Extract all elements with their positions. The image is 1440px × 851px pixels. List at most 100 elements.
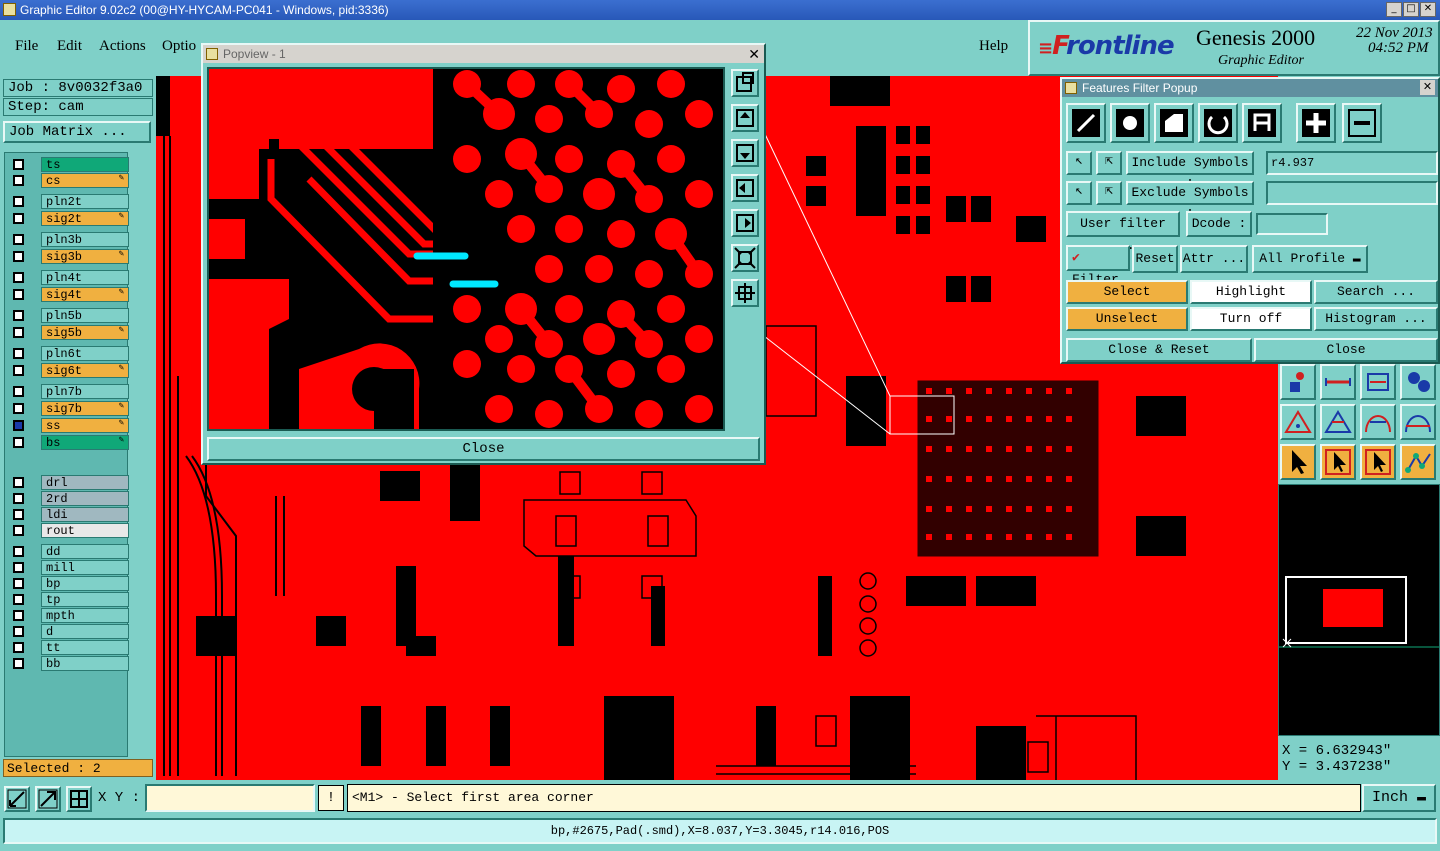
include-pick-all-icon[interactable]: ⇱ (1096, 151, 1122, 175)
exclude-pick-all-icon[interactable]: ⇱ (1096, 181, 1122, 205)
layer-checkbox[interactable] (13, 477, 24, 488)
layer-row[interactable]: tt (9, 640, 129, 655)
layer-checkbox[interactable] (13, 196, 24, 207)
layer-name[interactable]: tp (41, 592, 129, 607)
layer-name[interactable]: pln5b (41, 308, 129, 323)
layer-checkbox[interactable] (13, 626, 24, 637)
layer-checkbox[interactable] (13, 546, 24, 557)
layer-checkbox[interactable] (13, 562, 24, 573)
close-window-button[interactable]: ✕ (1420, 2, 1436, 17)
dcode-input[interactable] (1256, 213, 1328, 235)
arc-center-icon[interactable] (1400, 404, 1436, 440)
filter-toggle[interactable]: ✔ Filter (1066, 245, 1130, 287)
units-dropdown[interactable]: Inch ▬ (1362, 784, 1436, 812)
layer-checkbox[interactable] (13, 642, 24, 653)
menu-help[interactable]: Help (979, 38, 1008, 55)
layer-row[interactable]: pln2t (9, 194, 129, 209)
user-filter-button[interactable]: User filter ... (1066, 211, 1180, 253)
layer-row[interactable]: sig3b ✎ (9, 249, 129, 264)
layer-checkbox[interactable] (13, 159, 24, 170)
layer-row[interactable]: dd (9, 544, 129, 559)
layer-name[interactable]: cs (41, 173, 129, 188)
turn-off-button[interactable]: Turn off (1190, 307, 1312, 331)
layer-row[interactable]: d (9, 624, 129, 639)
layer-name[interactable]: pln7b (41, 384, 129, 399)
grid-snap-icon[interactable] (66, 786, 92, 812)
layer-name[interactable]: sig5b (41, 325, 129, 340)
surface-filter-icon[interactable] (1154, 103, 1194, 143)
layer-checkbox[interactable] (13, 310, 24, 321)
layer-row[interactable]: pln5b (9, 308, 129, 323)
layer-row[interactable]: pln3b (9, 232, 129, 247)
include-symbols-input[interactable]: r4.937 (1266, 151, 1438, 175)
layer-name[interactable]: bs (41, 435, 129, 450)
layer-checkbox[interactable] (13, 213, 24, 224)
layer-checkbox[interactable] (13, 251, 24, 262)
layer-name[interactable]: rout (41, 523, 129, 538)
layer-checkbox[interactable] (13, 594, 24, 605)
layer-row[interactable]: sig5b ✎ (9, 325, 129, 340)
job-matrix-button[interactable]: Job Matrix ... (3, 121, 151, 143)
reset-button[interactable]: Reset (1132, 245, 1178, 273)
layer-checkbox[interactable] (13, 327, 24, 338)
layer-name[interactable]: ts (41, 157, 129, 172)
profile-dropdown[interactable]: All Profile ▬ (1252, 245, 1368, 273)
triangle-edge-icon[interactable] (1320, 404, 1356, 440)
triangle-point-icon[interactable] (1280, 404, 1316, 440)
layer-row[interactable]: cs ✎ (9, 173, 129, 188)
layer-checkbox[interactable] (13, 578, 24, 589)
layer-checkbox[interactable] (13, 234, 24, 245)
measure-width-icon[interactable] (1360, 364, 1396, 400)
exclude-symbols-input[interactable] (1266, 181, 1438, 205)
popview-close-button[interactable]: Close (207, 437, 760, 461)
filter-close-icon[interactable]: ✕ (1420, 80, 1435, 95)
layer-name[interactable]: sig6t (41, 363, 129, 378)
layer-row[interactable]: bb (9, 656, 129, 671)
layer-name[interactable]: pln3b (41, 232, 129, 247)
layer-row[interactable]: sig6t ✎ (9, 363, 129, 378)
layer-name[interactable]: drl (41, 475, 129, 490)
layer-name[interactable]: dd (41, 544, 129, 559)
layer-checkbox[interactable] (13, 365, 24, 376)
layer-name[interactable]: sig3b (41, 249, 129, 264)
layer-row[interactable]: 2rd (9, 491, 129, 506)
layer-checkbox[interactable] (13, 386, 24, 397)
layer-checkbox[interactable] (13, 509, 24, 520)
layer-name[interactable]: bp (41, 576, 129, 591)
popview-close-icon[interactable]: ✕ (748, 45, 760, 63)
layer-row[interactable]: mill (9, 560, 129, 575)
layer-row[interactable]: sig2t ✎ (9, 211, 129, 226)
pv-pan-right-icon[interactable] (731, 209, 759, 237)
layer-checkbox[interactable] (13, 420, 24, 431)
layer-row[interactable]: tp (9, 592, 129, 607)
arc-measure-icon[interactable] (1360, 404, 1396, 440)
line-filter-icon[interactable] (1066, 103, 1106, 143)
layer-name[interactable]: ldi (41, 507, 129, 522)
layer-checkbox[interactable] (13, 437, 24, 448)
layer-row[interactable]: ts (9, 157, 129, 172)
layer-name[interactable]: sig7b (41, 401, 129, 416)
layer-row[interactable]: drl (9, 475, 129, 490)
minimize-button[interactable]: _ (1386, 2, 1402, 17)
measure-icon[interactable] (35, 786, 61, 812)
pointer-select-icon[interactable] (1360, 444, 1396, 480)
menu-edit[interactable]: Edit (57, 38, 82, 55)
layer-row[interactable]: pln6t (9, 346, 129, 361)
layer-name[interactable]: pln2t (41, 194, 129, 209)
pv-pan-left-icon[interactable] (731, 174, 759, 202)
pv-zoom-out-icon[interactable] (731, 279, 759, 307)
xy-input[interactable] (145, 784, 315, 812)
layer-checkbox[interactable] (13, 658, 24, 669)
layer-name[interactable]: mpth (41, 608, 129, 623)
pv-zoom-fit-icon[interactable] (731, 69, 759, 97)
measure-line-icon[interactable] (1320, 364, 1356, 400)
layer-row[interactable]: bp (9, 576, 129, 591)
negative-polarity-icon[interactable] (1342, 103, 1382, 143)
pv-pan-up-icon[interactable] (731, 104, 759, 132)
filter-close-button[interactable]: Close (1254, 338, 1438, 362)
pointer-box-icon[interactable] (1320, 444, 1356, 480)
pv-zoom-in-icon[interactable] (731, 244, 759, 272)
layer-name[interactable]: d (41, 624, 129, 639)
arc-filter-icon[interactable] (1198, 103, 1238, 143)
layer-name[interactable]: 2rd (41, 491, 129, 506)
